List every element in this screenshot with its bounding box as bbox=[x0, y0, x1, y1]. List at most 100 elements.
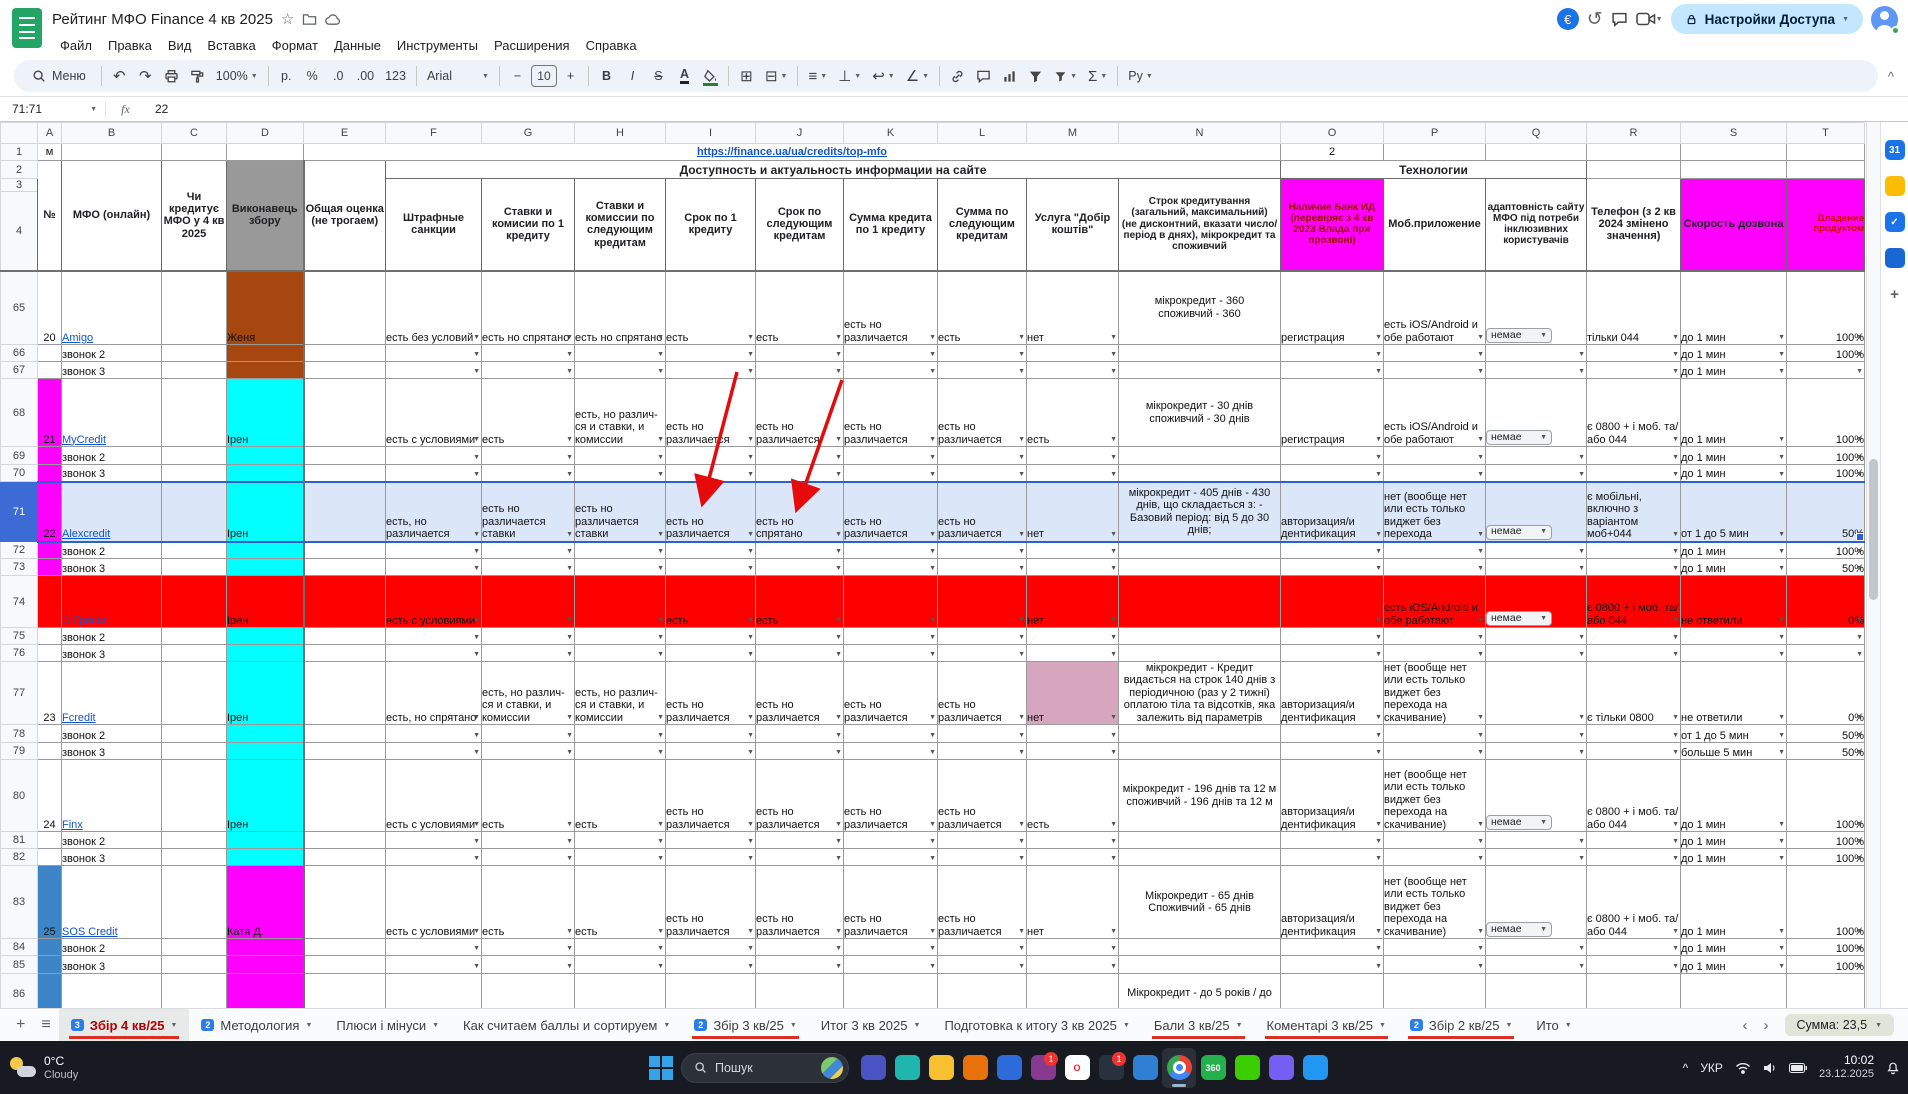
cell-H69[interactable]: ▼ bbox=[574, 446, 666, 465]
cell-dropdown-icon[interactable]: ▼ bbox=[657, 651, 664, 659]
cell-T72[interactable]: 100% ▼ bbox=[1786, 541, 1865, 559]
cell-O81[interactable]: ▼ bbox=[1280, 831, 1384, 850]
cell-dropdown-icon[interactable]: ▼ bbox=[1110, 634, 1117, 642]
cell-E74[interactable] bbox=[303, 575, 386, 628]
currency-format-button[interactable]: р. bbox=[274, 63, 299, 89]
dropdown-chip-Q65[interactable]: немае ▼ bbox=[1486, 328, 1552, 343]
cell-G78[interactable]: ▼ bbox=[481, 724, 575, 744]
cell-dropdown-icon[interactable]: ▼ bbox=[747, 963, 754, 971]
cell-dropdown-icon[interactable]: ▼ bbox=[657, 471, 664, 479]
cell-dropdown-icon[interactable]: ▼ bbox=[1375, 368, 1382, 376]
cell-dropdown-icon[interactable]: ▼ bbox=[835, 334, 842, 342]
cell-H78[interactable]: ▼ bbox=[574, 724, 666, 744]
sum-indicator[interactable]: Сумма: 23,5 ▼ bbox=[1784, 1014, 1894, 1036]
cell-dropdown-icon[interactable]: ▼ bbox=[835, 471, 842, 479]
row-header-68[interactable]: 68 bbox=[0, 378, 38, 447]
cell-H76[interactable]: ▼ bbox=[574, 644, 666, 662]
cell-dropdown-icon[interactable]: ▼ bbox=[1856, 436, 1863, 444]
cell-dropdown-icon[interactable]: ▼ bbox=[835, 928, 842, 936]
cell-dropdown-icon[interactable]: ▼ bbox=[929, 651, 936, 659]
cell-dropdown-icon[interactable]: ▼ bbox=[566, 471, 573, 479]
cell-Q79[interactable]: ▼ bbox=[1485, 742, 1587, 761]
cell-P86[interactable] bbox=[1383, 973, 1486, 1008]
cell-S79[interactable]: больше 5 мин ▼ bbox=[1680, 742, 1787, 761]
cell-G75[interactable]: ▼ bbox=[481, 627, 575, 645]
cell-dropdown-icon[interactable]: ▼ bbox=[1778, 963, 1785, 971]
cell-dropdown-icon[interactable]: ▼ bbox=[1672, 855, 1679, 863]
cell-K67[interactable]: ▼ bbox=[843, 361, 938, 379]
cell-P1[interactable] bbox=[1383, 143, 1486, 161]
cell-F65[interactable]: есть без условий ▼ bbox=[385, 270, 482, 345]
cell-R85[interactable]: ▼ bbox=[1586, 955, 1681, 975]
row-header-74[interactable]: 74 bbox=[0, 575, 38, 628]
cell-T69[interactable]: 100% ▼ bbox=[1786, 446, 1865, 465]
cell-I71[interactable]: есть но различается ▼ bbox=[665, 480, 756, 543]
cell-L83[interactable]: есть но различается ▼ bbox=[937, 865, 1027, 940]
cell-C80[interactable] bbox=[161, 759, 227, 833]
cell-Q74[interactable]: немае ▼ bbox=[1485, 575, 1587, 628]
cell-K70[interactable]: ▼ bbox=[843, 464, 938, 482]
cell-T1[interactable] bbox=[1786, 143, 1865, 161]
row-header-2[interactable]: 2 bbox=[0, 160, 38, 179]
cell-C75[interactable] bbox=[161, 627, 227, 645]
cell-B76[interactable]: звонок 3 bbox=[61, 644, 162, 662]
cell-E79[interactable] bbox=[303, 742, 386, 761]
increase-decimals-button[interactable]: .00 bbox=[352, 63, 379, 89]
cell-dropdown-icon[interactable]: ▼ bbox=[747, 928, 754, 936]
cell-dropdown-icon[interactable]: ▼ bbox=[747, 732, 754, 740]
cell-dropdown-icon[interactable]: ▼ bbox=[473, 821, 480, 829]
cell-dropdown-icon[interactable]: ▼ bbox=[1856, 651, 1863, 659]
cell-dropdown-icon[interactable]: ▼ bbox=[1578, 471, 1585, 479]
cell-P72[interactable]: ▼ bbox=[1383, 541, 1486, 559]
cell-C74[interactable] bbox=[161, 575, 227, 628]
row-header-77[interactable]: 77 bbox=[0, 660, 38, 726]
cell-dropdown-icon[interactable]: ▼ bbox=[747, 454, 754, 462]
cell-R71[interactable]: є мобільні, включно з варіантом моб+044 ▼ bbox=[1586, 480, 1681, 543]
cell-S73[interactable]: до 1 мин ▼ bbox=[1680, 558, 1787, 576]
insert-chart-button[interactable] bbox=[997, 63, 1022, 89]
cell-H66[interactable]: ▼ bbox=[574, 344, 666, 362]
filter-views-button[interactable]: ▼ bbox=[1049, 63, 1082, 89]
cell-C71[interactable] bbox=[161, 480, 227, 543]
cell-dropdown-icon[interactable]: ▼ bbox=[473, 651, 480, 659]
col-header-K[interactable]: K bbox=[843, 122, 938, 144]
cell-K82[interactable]: ▼ bbox=[843, 848, 938, 867]
cell-dropdown-icon[interactable]: ▼ bbox=[747, 634, 754, 642]
cell-dropdown-icon[interactable]: ▼ bbox=[1375, 548, 1382, 556]
add-icon[interactable]: + bbox=[1884, 284, 1905, 304]
cell-H80[interactable]: есть ▼ bbox=[574, 759, 666, 833]
cell-Q70[interactable]: ▼ bbox=[1485, 464, 1587, 482]
cell-K78[interactable]: ▼ bbox=[843, 724, 938, 744]
cell-Q80[interactable]: немае ▼ bbox=[1485, 759, 1587, 833]
cell-H83[interactable]: есть ▼ bbox=[574, 865, 666, 940]
cell-dropdown-icon[interactable]: ▼ bbox=[747, 945, 754, 953]
cell-I67[interactable]: ▼ bbox=[665, 361, 756, 379]
cell-dropdown-icon[interactable]: ▼ bbox=[835, 749, 842, 757]
row-header-76[interactable]: 76 bbox=[0, 644, 38, 662]
cell-dropdown-icon[interactable]: ▼ bbox=[1778, 617, 1785, 625]
cell-dropdown-icon[interactable]: ▼ bbox=[747, 855, 754, 863]
tray-expand-icon[interactable]: ^ bbox=[1683, 1061, 1689, 1075]
cell-dropdown-icon[interactable]: ▼ bbox=[1672, 617, 1679, 625]
taskbar-icon-opera[interactable]: O bbox=[1060, 1048, 1094, 1088]
row-header-75[interactable]: 75 bbox=[0, 627, 38, 645]
col-header-S[interactable]: S bbox=[1680, 122, 1787, 144]
cell-L70[interactable]: ▼ bbox=[937, 464, 1027, 482]
cell-O86[interactable] bbox=[1280, 973, 1384, 1008]
cell-T84[interactable]: 100% ▼ bbox=[1786, 938, 1865, 957]
cell-B77[interactable]: Fcredit bbox=[61, 660, 162, 726]
cell-dropdown-icon[interactable]: ▼ bbox=[1477, 945, 1484, 953]
cell-L74[interactable]: ▼ bbox=[937, 575, 1027, 628]
cell-F68[interactable]: есть с условиями ▼ bbox=[385, 378, 482, 447]
row-header-72[interactable]: 72 bbox=[0, 541, 38, 559]
cell-S69[interactable]: до 1 мин ▼ bbox=[1680, 446, 1787, 465]
cell-dropdown-icon[interactable]: ▼ bbox=[929, 531, 936, 539]
cell-dropdown-icon[interactable]: ▼ bbox=[835, 714, 842, 722]
cell-dropdown-icon[interactable]: ▼ bbox=[657, 838, 664, 846]
cell-R2[interactable] bbox=[1586, 160, 1681, 179]
cell-D82[interactable] bbox=[226, 848, 305, 867]
cell-M70[interactable]: ▼ bbox=[1026, 464, 1119, 482]
cell-F66[interactable]: ▼ bbox=[385, 344, 482, 362]
cell-B84[interactable]: звонок 2 bbox=[61, 938, 162, 957]
cell-M85[interactable]: ▼ bbox=[1026, 955, 1119, 975]
